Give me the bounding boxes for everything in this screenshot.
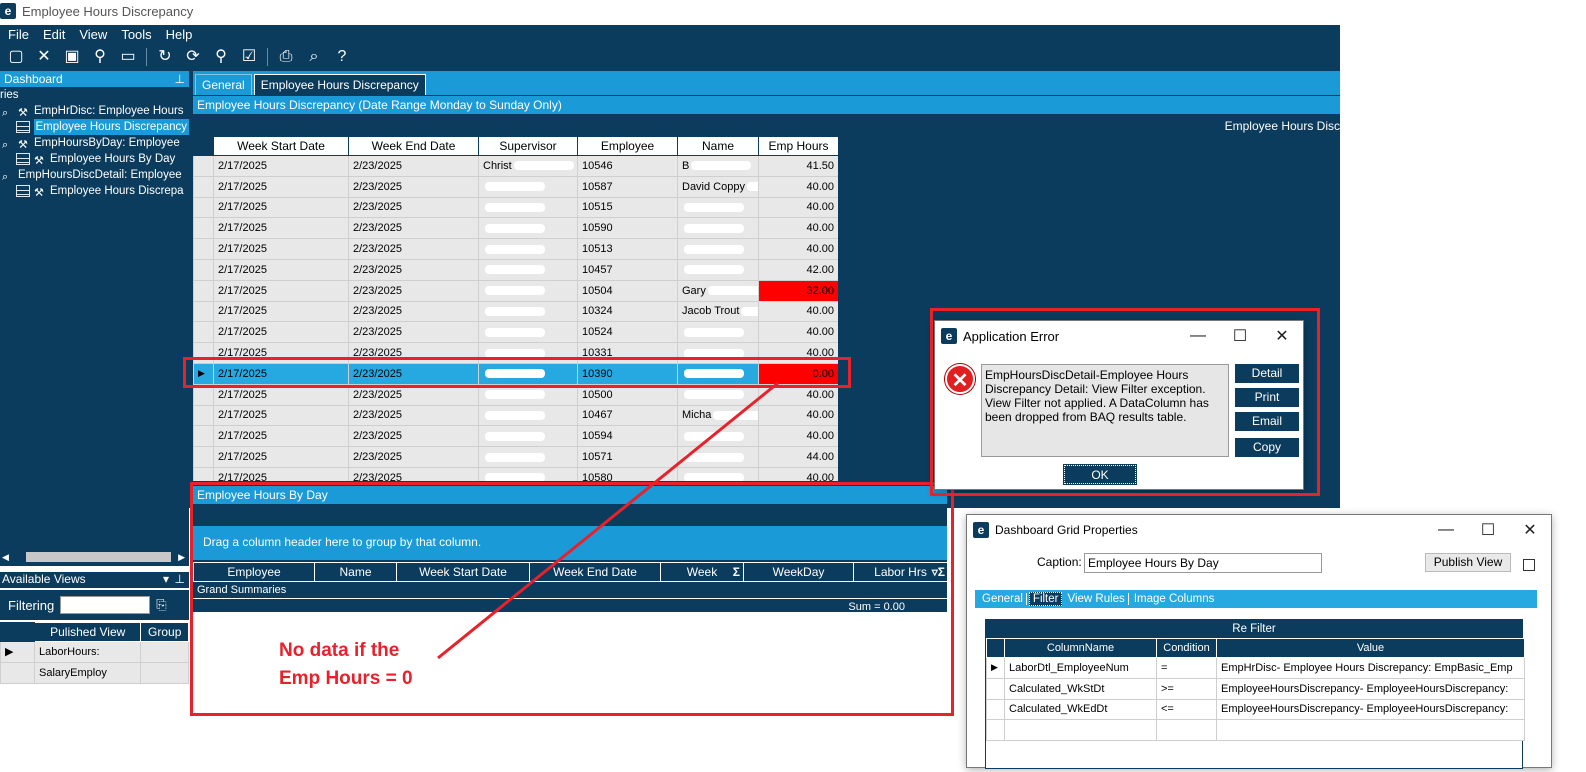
- filter-column[interactable]: Calculated_WkEdDt: [1004, 698, 1157, 721]
- refilter-grid: ColumnName Condition Value ▶ LaborDtl_Em…: [986, 638, 1525, 742]
- row-pointer-icon: ▶: [986, 657, 1005, 679]
- refilter-header: Re Filter: [986, 620, 1522, 638]
- table-row-new[interactable]: [986, 719, 1525, 742]
- grid-properties-title: Dashboard Grid Properties: [995, 523, 1138, 537]
- filter-condition[interactable]: [1156, 719, 1217, 742]
- filter-condition[interactable]: =: [1156, 657, 1217, 679]
- filter-column[interactable]: Calculated_WkStDt: [1004, 677, 1157, 700]
- tab-view-rules[interactable]: View Rules: [1064, 593, 1129, 605]
- tab-filter[interactable]: Filter: [1028, 592, 1063, 606]
- grid-properties-tabs: General Filter View Rules Image Columns: [975, 590, 1537, 608]
- table-row[interactable]: Calculated_WkEdDt <= EmployeeHoursDiscre…: [986, 698, 1525, 721]
- caption-input[interactable]: [1084, 553, 1322, 573]
- column-header-value[interactable]: Value: [1216, 638, 1525, 658]
- filter-value[interactable]: EmployeeHoursDiscrepancy- EmployeeHoursD…: [1216, 698, 1525, 721]
- publish-checkbox[interactable]: [1523, 559, 1535, 571]
- column-header-condition[interactable]: Condition: [1156, 638, 1217, 658]
- row-selector: [986, 719, 1005, 742]
- tab-image-columns[interactable]: Image Columns: [1131, 593, 1218, 605]
- column-header-columnname[interactable]: ColumnName: [1004, 638, 1157, 658]
- table-row[interactable]: ▶ LaborDtl_EmployeeNum = EmpHrDisc- Empl…: [986, 657, 1525, 679]
- annotation-arrow-line: [437, 381, 779, 660]
- table-row[interactable]: Calculated_WkStDt >= EmployeeHoursDiscre…: [986, 677, 1525, 700]
- filter-condition[interactable]: >=: [1156, 677, 1217, 700]
- filter-column[interactable]: [1004, 719, 1157, 742]
- filter-column[interactable]: LaborDtl_EmployeeNum: [1004, 657, 1157, 679]
- filter-condition[interactable]: <=: [1156, 698, 1217, 721]
- row-selector: [986, 698, 1005, 721]
- publish-view-button[interactable]: Publish View: [1425, 553, 1511, 572]
- filter-value[interactable]: [1216, 719, 1525, 742]
- maximize-icon[interactable]: ☐: [1467, 520, 1509, 540]
- app-logo-icon: e: [973, 522, 989, 538]
- close-icon[interactable]: ✕: [1509, 520, 1551, 540]
- row-selector-header: [986, 638, 1005, 658]
- row-selector: [986, 677, 1005, 700]
- tab-general[interactable]: General: [979, 593, 1027, 605]
- minimize-icon[interactable]: —: [1425, 521, 1467, 539]
- filter-value[interactable]: EmployeeHoursDiscrepancy- EmployeeHoursD…: [1216, 677, 1525, 700]
- annotation-highlight-dialog: [930, 308, 1320, 496]
- filter-value[interactable]: EmpHrDisc- Employee Hours Discrepancy: E…: [1216, 657, 1525, 679]
- grid-properties-dialog: e Dashboard Grid Properties — ☐ ✕ Captio…: [966, 514, 1552, 769]
- refilter-panel: Re Filter ColumnName Condition Value ▶ L…: [985, 619, 1525, 769]
- grid-properties-titlebar: e Dashboard Grid Properties — ☐ ✕: [967, 515, 1551, 545]
- caption-label: Caption:: [1037, 555, 1082, 569]
